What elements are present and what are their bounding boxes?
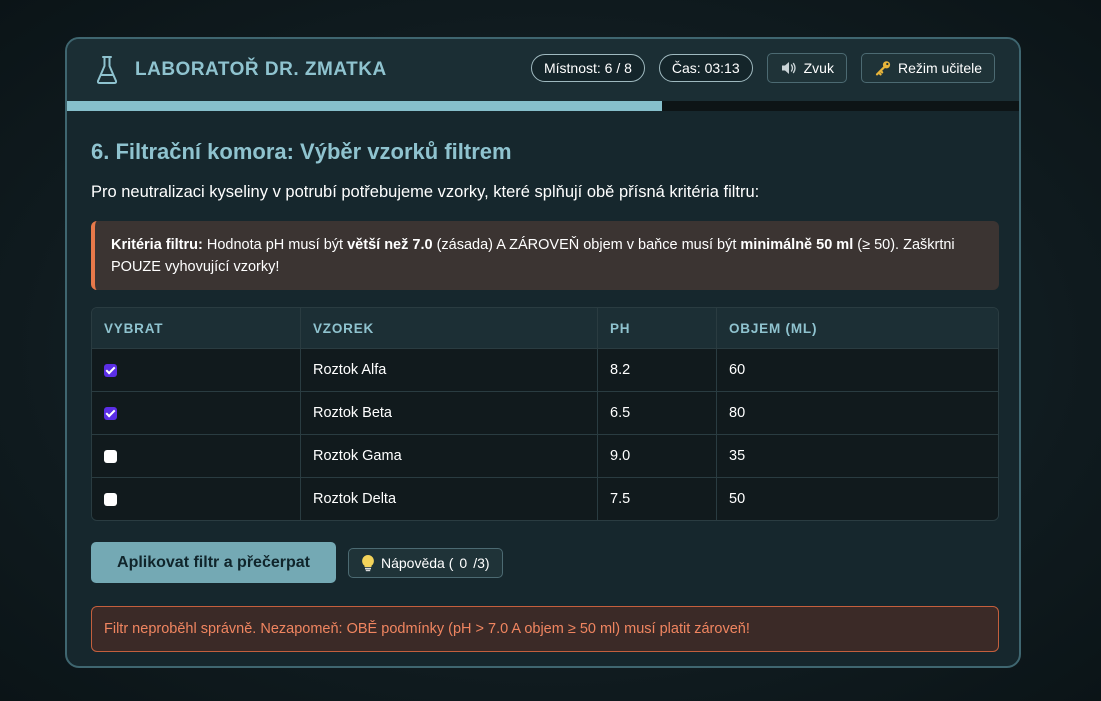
criteria-text-2: (zásada) A ZÁROVEŇ objem v baňce musí bý… bbox=[432, 237, 741, 253]
col-header-ph: PH bbox=[598, 308, 717, 348]
header-controls: Místnost: 6 / 8 Čas: 03:13 Zvuk Režim uč… bbox=[530, 53, 995, 83]
flask-icon bbox=[96, 56, 118, 84]
table-row: Roztok Beta 6.5 80 bbox=[92, 391, 998, 434]
game-panel: LABORATOŘ DR. ZMATKA Místnost: 6 / 8 Čas… bbox=[65, 37, 1021, 668]
timer: Čas: 03:13 bbox=[658, 54, 753, 82]
sample-checkbox[interactable] bbox=[104, 406, 117, 420]
col-header-sample: VZOREK bbox=[301, 308, 598, 348]
sample-name: Roztok Delta bbox=[301, 477, 598, 520]
sample-checkbox[interactable] bbox=[104, 449, 117, 463]
criteria-ph: větší než 7.0 bbox=[347, 237, 433, 253]
sample-ph: 9.0 bbox=[598, 434, 717, 477]
progress-bar bbox=[67, 101, 1019, 111]
sound-button[interactable]: Zvuk bbox=[766, 53, 847, 83]
app-title: LABORATOŘ DR. ZMATKA bbox=[135, 59, 387, 80]
sample-name: Roztok Alfa bbox=[301, 348, 598, 391]
progress-fill bbox=[67, 101, 662, 111]
sample-checkbox[interactable] bbox=[104, 492, 117, 506]
level-content: 6. Filtrační komora: Výběr vzorků filtre… bbox=[91, 139, 999, 652]
criteria-label: Kritéria filtru: bbox=[111, 237, 203, 253]
key-icon bbox=[875, 61, 891, 76]
sample-name: Roztok Gama bbox=[301, 434, 598, 477]
sample-ph: 8.2 bbox=[598, 348, 717, 391]
col-header-volume: OBJEM (ML) bbox=[717, 308, 998, 348]
select-cell bbox=[92, 391, 301, 434]
sample-ph: 7.5 bbox=[598, 477, 717, 520]
lightbulb-icon bbox=[362, 554, 374, 571]
speaker-icon bbox=[781, 62, 796, 74]
sample-ph: 6.5 bbox=[598, 391, 717, 434]
title-group: LABORATOŘ DR. ZMATKA bbox=[95, 54, 387, 86]
select-cell bbox=[92, 477, 301, 520]
hint-label: Nápověda ( bbox=[381, 554, 454, 571]
table-row: Roztok Delta 7.5 50 bbox=[92, 477, 998, 520]
hint-button[interactable]: Nápověda ( 0 /3) bbox=[348, 547, 503, 578]
header: LABORATOŘ DR. ZMATKA Místnost: 6 / 8 Čas… bbox=[67, 39, 1019, 101]
select-cell bbox=[92, 348, 301, 391]
error-message: Filtr neproběhl správně. Nezapomeň: OBĚ … bbox=[91, 606, 999, 652]
table-row: Roztok Gama 9.0 35 bbox=[92, 434, 998, 477]
criteria-volume: minimálně 50 ml bbox=[740, 237, 854, 253]
sound-label: Zvuk bbox=[803, 60, 834, 76]
sample-volume: 60 bbox=[717, 348, 998, 391]
level-intro: Pro neutralizaci kyseliny v potrubí potř… bbox=[91, 183, 760, 201]
sample-checkbox[interactable] bbox=[104, 363, 117, 377]
room-counter: Místnost: 6 / 8 bbox=[530, 54, 645, 82]
action-bar: Aplikovat filtr a přečerpat Nápověda ( 0… bbox=[91, 542, 999, 583]
table-header-row: VYBRAT VZOREK PH OBJEM (ML) bbox=[92, 308, 998, 348]
apply-filter-button[interactable]: Aplikovat filtr a přečerpat bbox=[91, 542, 336, 583]
level-title: 6. Filtrační komora: Výběr vzorků filtre… bbox=[91, 139, 512, 164]
sample-volume: 80 bbox=[717, 391, 998, 434]
select-cell bbox=[92, 434, 301, 477]
table-row: Roztok Alfa 8.2 60 bbox=[92, 348, 998, 391]
hint-count: 0 bbox=[459, 554, 468, 571]
col-header-select: VYBRAT bbox=[92, 308, 301, 348]
teacher-mode-label: Režim učitele bbox=[897, 60, 982, 76]
criteria-box: Kritéria filtru: Hodnota pH musí být vět… bbox=[91, 221, 999, 290]
sample-volume: 50 bbox=[717, 477, 998, 520]
teacher-mode-button[interactable]: Režim učitele bbox=[860, 53, 995, 83]
sample-name: Roztok Beta bbox=[301, 391, 598, 434]
hint-suffix: /3) bbox=[473, 554, 490, 571]
criteria-text-1: Hodnota pH musí být bbox=[202, 237, 348, 253]
sample-volume: 35 bbox=[717, 434, 998, 477]
samples-table: VYBRAT VZOREK PH OBJEM (ML) Roztok Alfa … bbox=[91, 307, 999, 521]
